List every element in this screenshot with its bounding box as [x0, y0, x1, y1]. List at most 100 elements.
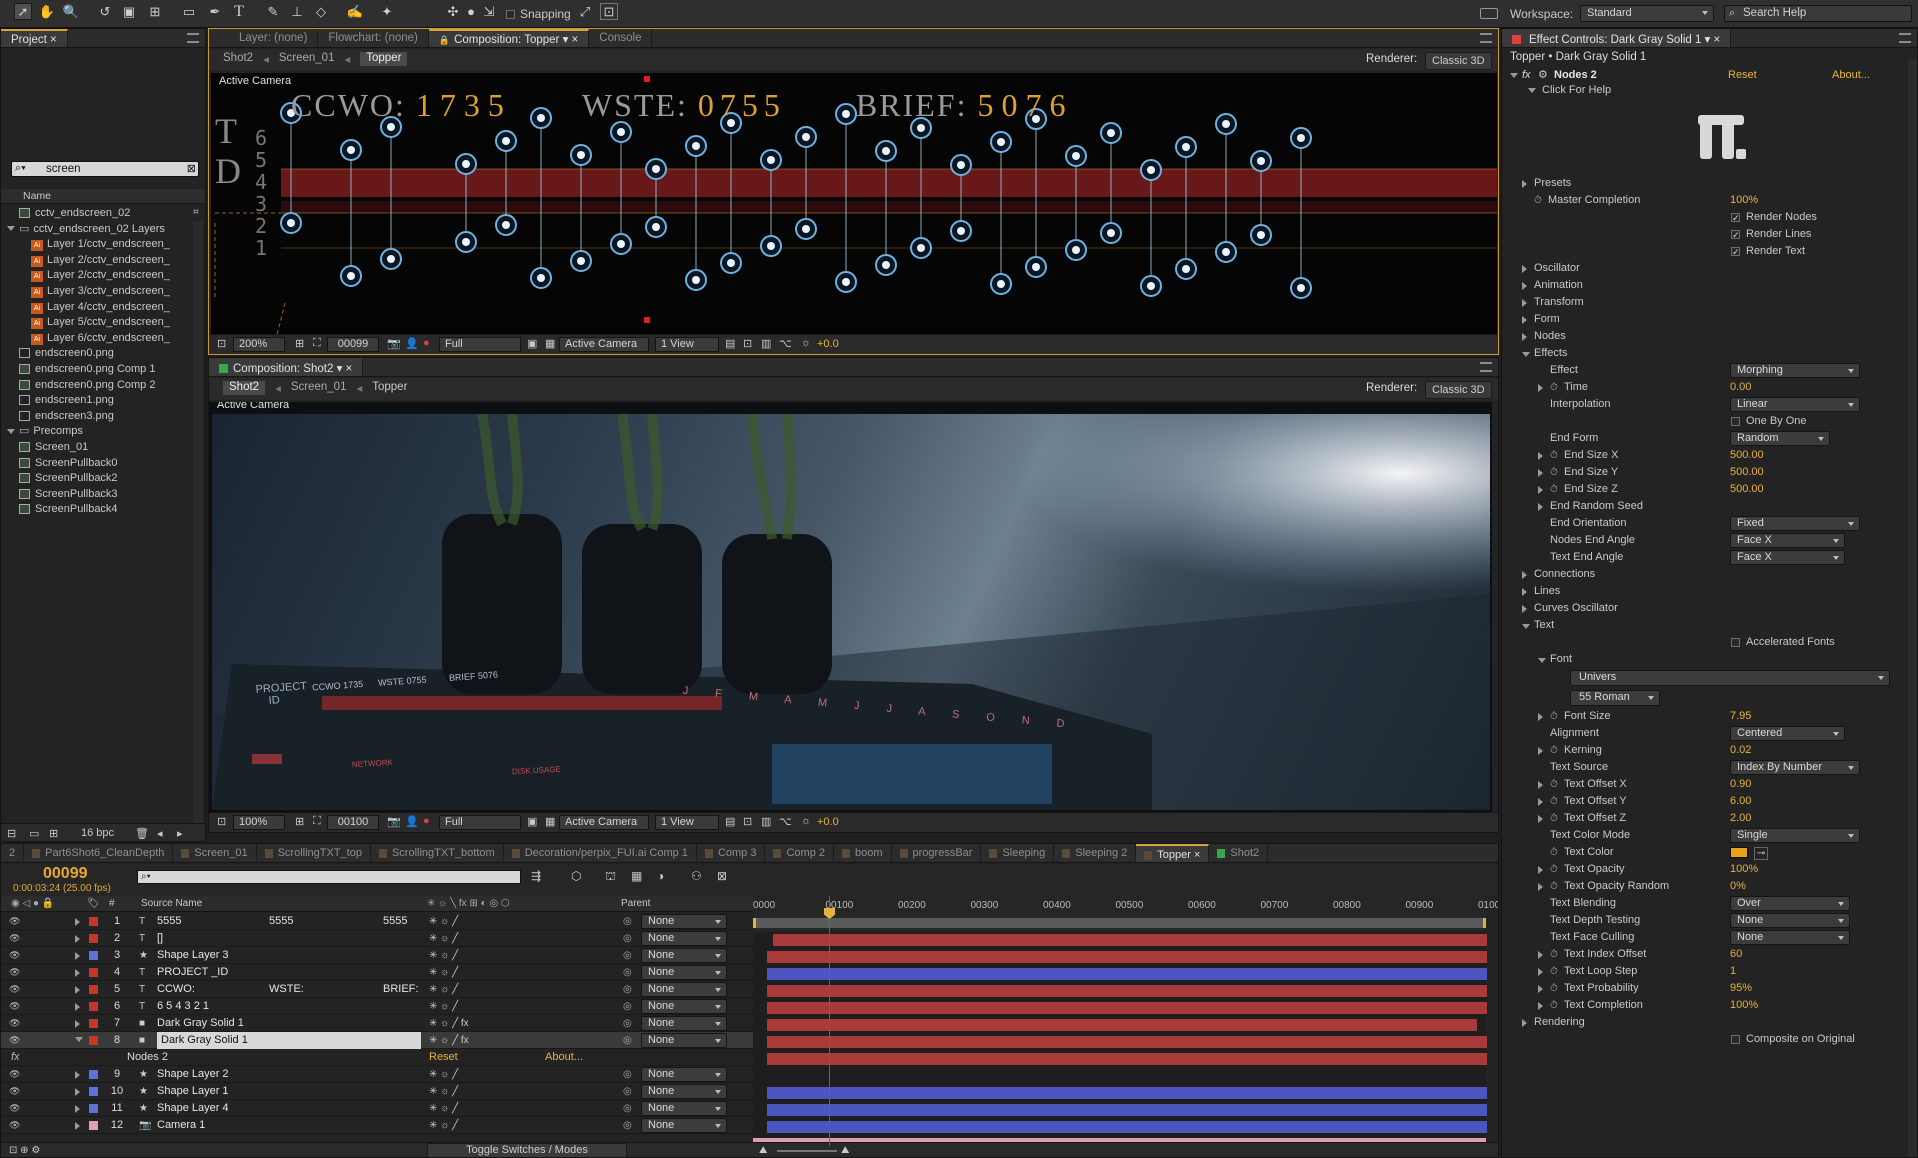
layer-duration-bar[interactable] [767, 1036, 1487, 1048]
layer-duration-bar[interactable] [767, 1002, 1487, 1014]
project-item[interactable]: endscreen0.png [1, 346, 191, 360]
expand-layer-icon[interactable] [75, 918, 80, 926]
parent-select[interactable]: None [641, 982, 727, 997]
layer-name[interactable]: CCWO: [157, 981, 195, 998]
label-color-icon[interactable] [89, 951, 98, 960]
breadcrumb-item[interactable]: Screen_01 [291, 381, 347, 395]
project-item[interactable]: ScreenPullback4 [1, 502, 191, 516]
panel-menu-icon[interactable] [1480, 33, 1492, 43]
expand-icon[interactable] [1538, 815, 1543, 823]
expand-layer-icon[interactable] [75, 1088, 80, 1096]
effect-settings-icon[interactable]: ⚙ [1538, 67, 1548, 83]
stopwatch-icon[interactable]: ⏱ [1550, 447, 1558, 464]
frame-field[interactable]: 00099 [327, 337, 379, 352]
tab-viewer-2[interactable]: 🔒 Composition: Topper ▾ × [428, 29, 590, 47]
layer-switches[interactable]: ✳ ☼ ╱ [429, 981, 458, 998]
zoom-slider[interactable] [777, 1150, 837, 1152]
effect-about-link[interactable]: About... [545, 1049, 583, 1066]
flowchart-view-icon[interactable]: ⌥ [779, 815, 792, 828]
effect-param-row[interactable]: Font [1502, 651, 1907, 668]
workspace-switch-icon[interactable] [1480, 8, 1498, 19]
motion-blur-icon[interactable]: ◑ [657, 869, 664, 883]
view-layout-select[interactable]: 1 View [655, 815, 719, 830]
param-select[interactable]: Single [1730, 828, 1860, 843]
reset-link[interactable]: Reset [1728, 67, 1757, 83]
table-row[interactable]: 👁 9 ★ Shape Layer 2 ✳ ☼ ╱ ◎ None [1, 1066, 753, 1083]
effect-param-row[interactable]: Accelerated Fonts [1502, 634, 1907, 651]
timeline-tab[interactable]: Topper × [1136, 844, 1210, 862]
effect-controls-scrollbar[interactable] [1908, 59, 1917, 1157]
project-item[interactable]: Ai Layer 4/cctv_endscreen_ [1, 300, 191, 314]
effect-param-row[interactable]: ⏱ Kerning 0.02 [1502, 742, 1907, 759]
expand-layer-icon[interactable] [75, 969, 80, 977]
tab-viewer-3[interactable]: Console [589, 29, 653, 47]
effect-param-row[interactable]: Text Depth Testing None [1502, 912, 1907, 929]
parent-select[interactable]: None [641, 1033, 727, 1048]
breadcrumb-item[interactable]: Shot2 [223, 381, 266, 395]
effect-param-row[interactable]: ⏱ Text Loop Step 1 [1502, 963, 1907, 980]
expand-layer-icon[interactable] [75, 1003, 80, 1011]
param-value[interactable]: 2.00 [1730, 810, 1751, 827]
pickwhip-icon[interactable]: ◎ [623, 1015, 632, 1032]
param-select[interactable]: Centered [1730, 726, 1845, 741]
effect-param-row[interactable]: Lines [1502, 583, 1907, 600]
frame-field[interactable]: 00100 [327, 815, 379, 830]
parent-select[interactable]: None [641, 1016, 727, 1031]
project-column-header[interactable]: Name [1, 189, 205, 204]
pickwhip-icon[interactable]: ◎ [623, 1066, 632, 1083]
effect-param-row[interactable]: ⏱ Text Opacity Random 0% [1502, 878, 1907, 895]
visibility-eye-icon[interactable]: 👁 [9, 1117, 20, 1134]
layer-duration-bar[interactable] [767, 1053, 1487, 1065]
expand-icon[interactable] [1538, 985, 1543, 993]
view-layout-select[interactable]: 1 View [655, 337, 719, 352]
project-search-field[interactable]: ⌕▾ screen ⊠ [11, 161, 199, 177]
tab-viewer-1[interactable]: Flowchart: (none) [318, 29, 429, 47]
parent-select[interactable]: None [641, 1067, 727, 1082]
effect-param-row[interactable]: Alignment Centered [1502, 725, 1907, 742]
effect-param-row[interactable]: ✓ Render Nodes [1502, 209, 1907, 226]
effect-name[interactable]: Nodes 2 [1554, 67, 1597, 83]
hide-shy-icon[interactable]: ⛫ [605, 869, 616, 885]
stopwatch-icon[interactable]: ⏱ [1550, 793, 1558, 810]
expand-icon[interactable] [1522, 588, 1527, 596]
current-time-indicator[interactable] [824, 896, 835, 1146]
breadcrumb-item[interactable]: Shot2 [223, 52, 253, 66]
tab-viewer-0[interactable]: Layer: (none) [229, 29, 319, 47]
effect-reset-link[interactable]: Reset [429, 1049, 458, 1066]
expand-layer-icon[interactable] [75, 1122, 80, 1130]
stopwatch-icon[interactable]: ⏱ [1550, 997, 1558, 1014]
param-value[interactable]: 95% [1730, 980, 1752, 997]
expand-icon[interactable] [1522, 571, 1527, 579]
effect-param-row[interactable]: Univers [1502, 668, 1907, 688]
effect-param-row[interactable]: ⏱ Text Offset Y 6.00 [1502, 793, 1907, 810]
exposure-icon[interactable]: ☼ [801, 337, 811, 349]
param-value[interactable]: 0.02 [1730, 742, 1751, 759]
label-color-icon[interactable] [89, 1104, 98, 1113]
expand-icon[interactable] [1538, 781, 1543, 789]
layer-name[interactable]: Camera 1 [157, 1117, 205, 1134]
fx-icon[interactable]: fx [1522, 67, 1531, 83]
label-color-icon[interactable] [89, 968, 98, 977]
project-item[interactable]: endscreen0.png Comp 2 [1, 378, 191, 392]
region-icon[interactable]: ▣ [527, 337, 537, 350]
renderer-button[interactable]: Classic 3D [1425, 52, 1492, 70]
effect-param-row[interactable]: Connections [1502, 566, 1907, 583]
expand-icon[interactable] [7, 226, 15, 232]
label-color-icon[interactable] [89, 1087, 98, 1096]
puppet-tool-icon[interactable]: ✦ [378, 3, 396, 20]
timeline-tab[interactable]: 2 [1, 844, 25, 862]
param-select[interactable]: Linear [1730, 397, 1860, 412]
expand-icon[interactable] [1538, 658, 1546, 663]
table-row[interactable]: 👁 11 ★ Shape Layer 4 ✳ ☼ ╱ ◎ None [1, 1100, 753, 1117]
project-item[interactable]: Ai Layer 2/cctv_endscreen_ [1, 268, 191, 283]
parent-select[interactable]: None [641, 1118, 727, 1133]
camera-view-select[interactable]: Active Camera [559, 815, 649, 830]
effect-param-row[interactable]: Presets [1502, 175, 1907, 192]
effect-param-row[interactable]: ✓ Render Lines [1502, 226, 1907, 243]
label-color-icon[interactable] [89, 1002, 98, 1011]
effect-param-row[interactable]: Transform [1502, 294, 1907, 311]
effect-param-row[interactable]: Animation [1502, 277, 1907, 294]
expand-icon[interactable] [7, 428, 15, 434]
label-color-icon[interactable] [89, 1070, 98, 1079]
close-tab-icon[interactable]: × [1191, 849, 1200, 861]
